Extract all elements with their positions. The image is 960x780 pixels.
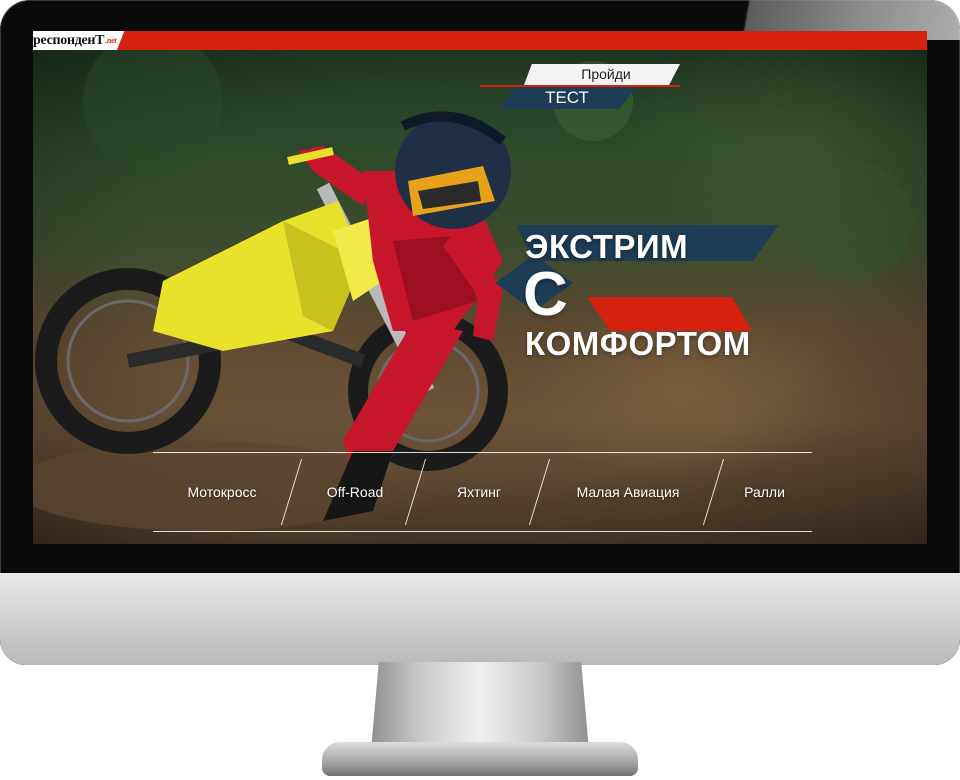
site-logo-tld: .net <box>105 36 117 45</box>
take-test-divider <box>480 85 680 87</box>
monitor-chin <box>0 573 960 665</box>
category-yachting[interactable]: Яхтинг <box>419 453 539 531</box>
category-off-road[interactable]: Off-Road <box>295 453 415 531</box>
headline-word-3: КОМФОРТОМ <box>525 325 751 362</box>
headline-word-2: С <box>523 260 569 329</box>
hero-headline: ЭКСТРИМ С КОМФОРТОМ <box>493 225 813 375</box>
take-test-button[interactable]: Пройди ТЕСТ <box>480 64 690 109</box>
category-light-aviation[interactable]: Малая Авиация <box>543 453 713 531</box>
category-nav: Мотокросс Off-Road Яхтинг Малая Авиация … <box>153 452 812 532</box>
site-logo[interactable]: респонденТ.net <box>33 31 125 50</box>
take-test-top: Пройди <box>524 64 680 85</box>
category-motocross[interactable]: Мотокросс <box>153 453 291 531</box>
monitor-stand-base <box>322 742 638 776</box>
take-test-line2: ТЕСТ <box>545 88 589 107</box>
take-test-line1: Пройди <box>581 66 631 82</box>
category-rally[interactable]: Ралли <box>717 453 812 531</box>
website-screen: респонденТ.net Пройди ТЕСТ ЭКСТРИМ С КОМ… <box>33 31 927 544</box>
take-test-bottom: ТЕСТ <box>498 87 636 109</box>
top-bar: респонденТ.net <box>33 31 927 50</box>
site-logo-text: респонденТ <box>33 33 105 48</box>
